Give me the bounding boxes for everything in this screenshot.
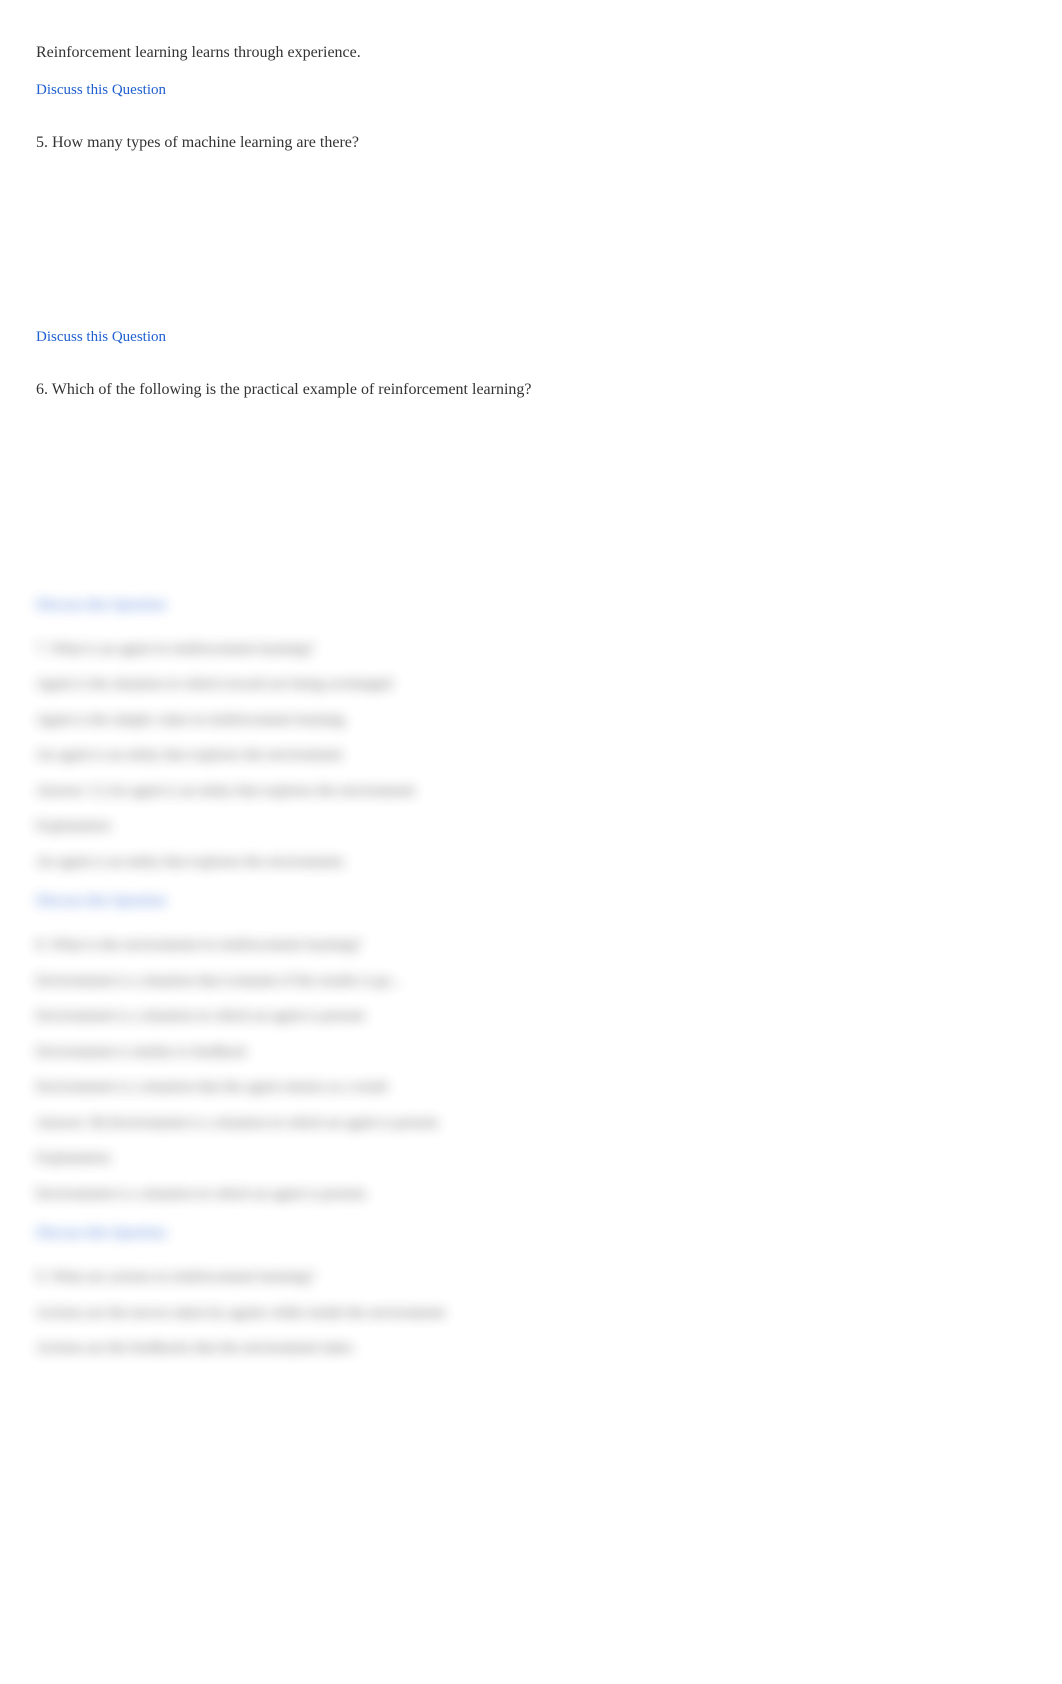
- q7-option-2: Agent is the simple value in reinforceme…: [36, 708, 1026, 734]
- q5-title: 5. How many types of machine learning ar…: [36, 130, 1026, 156]
- q8-option-4: Environment is a situation that the agen…: [36, 1075, 1026, 1101]
- q9-block: 9. What are actions in reinforcement lea…: [36, 1265, 1026, 1362]
- q8-explanation-label: Explanation:: [36, 1146, 1026, 1172]
- q6-title: 6. Which of the following is the practic…: [36, 377, 1026, 403]
- q9-option-1: Actions are the moves taken by agents wh…: [36, 1301, 1026, 1327]
- q8-option-3: Environment is similar to feedback: [36, 1040, 1026, 1066]
- q7-explanation: An agent is an entity that explores the …: [36, 850, 1026, 876]
- q9-title: 9. What are actions in reinforcement lea…: [36, 1265, 1026, 1291]
- discuss-link-q7: Discuss this Question: [36, 889, 1026, 913]
- q7-explanation-label: Explanation:: [36, 814, 1026, 840]
- q7-block: 7. What is an agent in reinforcement lea…: [36, 637, 1026, 914]
- discuss-link-q5[interactable]: Discuss this Question: [36, 325, 1026, 349]
- discuss-link-q6: Discuss this Question: [36, 593, 1026, 617]
- q8-explanation: Environment is a situation in which an a…: [36, 1182, 1026, 1208]
- blurred-content: Discuss this Question 7. What is an agen…: [36, 593, 1026, 1362]
- q7-title: 7. What is an agent in reinforcement lea…: [36, 637, 1026, 663]
- q8-answer: Answer: B) Environment is a situation in…: [36, 1111, 1026, 1137]
- q7-option-3: An agent is an entity that explores the …: [36, 743, 1026, 769]
- q7-answer: Answer: C) An agent is an entity that ex…: [36, 779, 1026, 805]
- intro-statement: Reinforcement learning learns through ex…: [36, 40, 1026, 66]
- q8-title: 8. What is the environment in reinforcem…: [36, 933, 1026, 959]
- discuss-link-q8: Discuss this Question: [36, 1221, 1026, 1245]
- q7-option-1: Agent is the situation in which reward a…: [36, 672, 1026, 698]
- q8-block: 8. What is the environment in reinforcem…: [36, 933, 1026, 1245]
- q8-option-1: Environment is a situation that evaluate…: [36, 969, 1026, 995]
- q9-option-2: Actions are the feedbacks that the envir…: [36, 1336, 1026, 1362]
- q8-option-2: Environment is a situation in which an a…: [36, 1004, 1026, 1030]
- discuss-link-q4[interactable]: Discuss this Question: [36, 78, 1026, 102]
